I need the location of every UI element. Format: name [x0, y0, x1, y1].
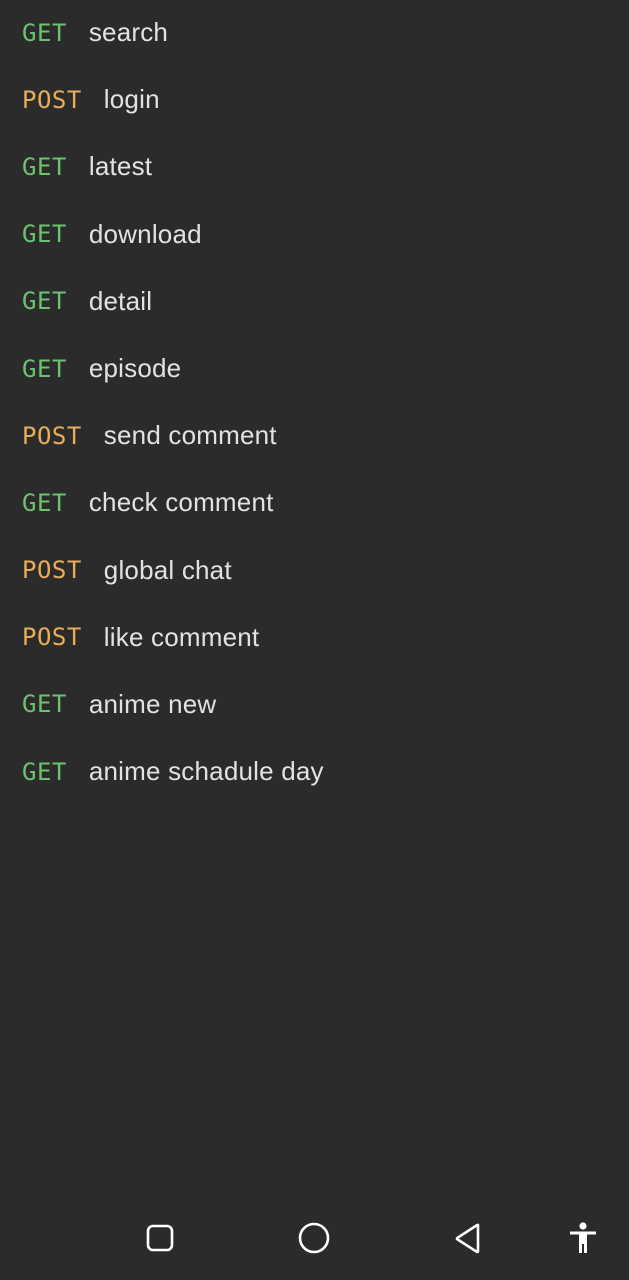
- method-badge: POST: [22, 556, 82, 585]
- accessibility-button[interactable]: [561, 1216, 605, 1260]
- recent-apps-button[interactable]: [138, 1216, 182, 1260]
- endpoint-name: download: [88, 218, 202, 249]
- back-icon: [455, 1223, 480, 1254]
- method-badge: GET: [22, 757, 67, 786]
- endpoint-row-anime-schadule-day[interactable]: GET anime schadule day: [0, 738, 629, 805]
- endpoint-name: search: [88, 17, 169, 48]
- method-badge: GET: [22, 18, 67, 47]
- endpoint-row-detail[interactable]: GET detail: [0, 268, 629, 335]
- endpoint-row-episode[interactable]: GET episode: [0, 335, 629, 402]
- endpoint-name: login: [103, 84, 160, 115]
- endpoint-name: episode: [88, 353, 182, 384]
- endpoint-name: anime schadule day: [88, 756, 324, 787]
- endpoint-name: anime new: [88, 688, 217, 719]
- endpoint-name: latest: [88, 151, 153, 182]
- method-badge: GET: [22, 152, 67, 181]
- method-badge: GET: [22, 220, 67, 249]
- endpoint-row-send-comment[interactable]: POST send comment: [0, 402, 629, 469]
- endpoint-list: GET search POST login GET latest GET dow…: [0, 0, 629, 805]
- endpoint-row-check-comment[interactable]: GET check comment: [0, 469, 629, 536]
- method-badge: GET: [22, 488, 67, 517]
- endpoint-row-search[interactable]: GET search: [0, 0, 629, 66]
- endpoint-row-anime-new[interactable]: GET anime new: [0, 671, 629, 738]
- method-badge: GET: [22, 287, 67, 316]
- endpoint-row-latest[interactable]: GET latest: [0, 133, 629, 200]
- method-badge: POST: [22, 85, 82, 114]
- endpoint-row-global-chat[interactable]: POST global chat: [0, 537, 629, 604]
- method-badge: GET: [22, 690, 67, 719]
- endpoint-name: check comment: [88, 487, 274, 518]
- method-badge: POST: [22, 623, 82, 652]
- accessibility-icon: [570, 1222, 596, 1253]
- method-badge: GET: [22, 354, 67, 383]
- endpoint-row-download[interactable]: GET download: [0, 201, 629, 268]
- endpoint-name: send comment: [103, 420, 277, 451]
- back-button[interactable]: [446, 1216, 490, 1260]
- endpoint-row-login[interactable]: POST login: [0, 66, 629, 133]
- system-navigation-bar: [0, 1196, 629, 1280]
- home-button[interactable]: [292, 1216, 336, 1260]
- endpoint-name: like comment: [103, 621, 260, 652]
- endpoint-name: global chat: [103, 554, 232, 585]
- endpoint-name: detail: [88, 285, 153, 316]
- method-badge: POST: [22, 421, 82, 450]
- home-icon: [298, 1222, 330, 1254]
- endpoint-row-like-comment[interactable]: POST like comment: [0, 604, 629, 671]
- recent-apps-icon: [146, 1224, 174, 1252]
